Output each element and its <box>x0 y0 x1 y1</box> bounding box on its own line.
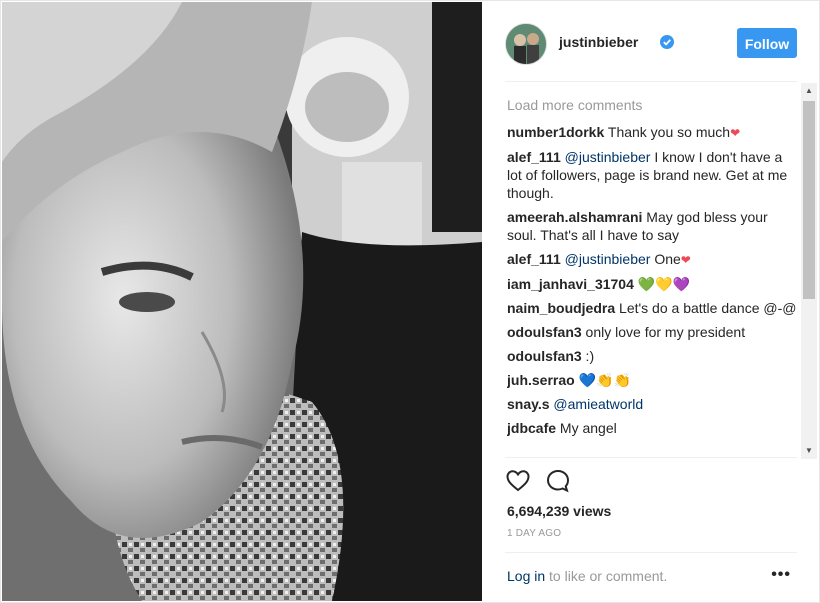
comment-username[interactable]: alef_111 <box>507 251 561 267</box>
comment: jdbcafe My angel <box>507 419 797 437</box>
comment: naim_boudjedra Let's do a battle dance @… <box>507 299 797 317</box>
login-prompt: Log in to like or comment. <box>507 568 667 584</box>
login-prompt-text: to like or comment. <box>545 568 668 584</box>
comment-username[interactable]: juh.serrao <box>507 372 575 388</box>
clap-emojis: 💙👏👏 <box>578 372 631 388</box>
divider <box>505 457 797 458</box>
comment: alef_111 @justinbieber One❤ <box>507 250 797 269</box>
comment-text: Let's do a battle dance @-@ <box>615 300 797 316</box>
comment-username[interactable]: number1dorkk <box>507 124 604 140</box>
heart-emojis: 💚💛💜 <box>637 276 691 292</box>
heart-emoji: ❤ <box>680 253 691 267</box>
scroll-up-arrow-icon[interactable]: ▲ <box>801 83 817 99</box>
comment-username[interactable]: ameerah.alshamrani <box>507 209 642 225</box>
comment-username[interactable]: iam_janhavi_31704 <box>507 276 634 292</box>
scrollbar-thumb[interactable] <box>803 101 815 299</box>
avatar[interactable] <box>505 23 547 65</box>
comment-username[interactable]: jdbcafe <box>507 420 556 436</box>
comment-mention[interactable]: @amieatworld <box>550 396 643 412</box>
verified-badge-icon <box>660 35 674 49</box>
comment-username[interactable]: odoulsfan3 <box>507 348 582 364</box>
divider <box>505 552 797 553</box>
comment-text: :) <box>581 348 595 364</box>
comment-mention[interactable]: @justinbieber <box>561 251 651 267</box>
comment: alef_111 @justinbieber I know I don't ha… <box>507 148 797 202</box>
comment: odoulsfan3 only love for my president <box>507 323 797 341</box>
post-photo <box>2 2 482 601</box>
follow-button[interactable]: Follow <box>737 28 797 58</box>
comment-text: One <box>650 251 681 267</box>
comments-scrollbar[interactable]: ▲ ▼ <box>801 83 817 459</box>
post-username[interactable]: justinbieber <box>559 34 638 50</box>
comment-text: My angel <box>556 420 617 436</box>
login-link[interactable]: Log in <box>507 568 545 584</box>
comment: iam_janhavi_31704 💚💛💜 <box>507 275 797 293</box>
comment: odoulsfan3 :) <box>507 347 797 365</box>
comment: number1dorkk Thank you so much❤ <box>507 123 797 142</box>
comment-username[interactable]: odoulsfan3 <box>507 324 582 340</box>
more-options-icon[interactable]: ••• <box>771 566 791 584</box>
comment-text: Thank you so much <box>604 124 731 140</box>
view-count: 6,694,239 views <box>507 503 612 519</box>
comment: ameerah.alshamrani May god bless your so… <box>507 208 797 244</box>
scroll-down-arrow-icon[interactable]: ▼ <box>801 443 817 459</box>
comment-mention[interactable]: @justinbieber <box>561 149 651 165</box>
post-dialog: justinbieber Follow Load more comments n… <box>0 0 820 603</box>
comment-username[interactable]: snay.s <box>507 396 550 412</box>
post-side-panel: justinbieber Follow Load more comments n… <box>483 1 819 602</box>
comment-bubble-icon[interactable] <box>545 468 571 499</box>
comments-list[interactable]: Load more comments number1dorkk Thank yo… <box>507 94 797 456</box>
comment-username[interactable]: naim_boudjedra <box>507 300 615 316</box>
load-more-comments-link[interactable]: Load more comments <box>507 97 797 113</box>
post-timestamp[interactable]: 1 DAY AGO <box>507 528 561 539</box>
post-header: justinbieber Follow <box>505 21 797 82</box>
heart-emoji: ❤ <box>730 126 741 140</box>
comment: juh.serrao 💙👏👏 <box>507 371 797 389</box>
comment: snay.s @amieatworld <box>507 395 797 413</box>
heart-outline-icon[interactable] <box>505 468 531 499</box>
comment-text: only love for my president <box>581 324 746 340</box>
comment-username[interactable]: alef_111 <box>507 149 561 165</box>
